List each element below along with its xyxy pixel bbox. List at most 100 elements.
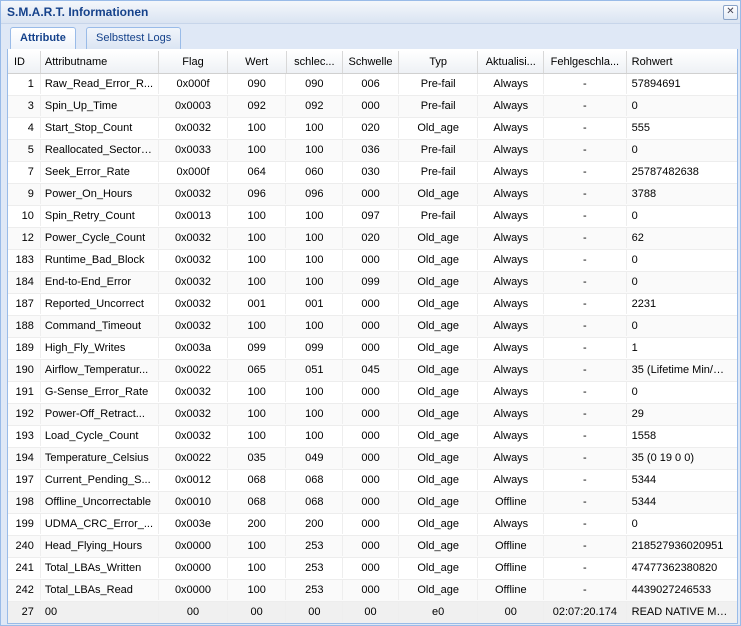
cell-schwelle: 020 [343,228,399,248]
cell-wert: 100 [228,250,287,270]
cell-fehlgeschlagen: - [544,426,627,446]
table-row[interactable]: 183 Runtime_Bad_Block 0x0032 100 100 000 Old_a… [8,250,737,272]
cell-attributname: Runtime_Bad_Block [41,250,160,270]
cell-schwelle: 036 [343,140,399,160]
cell-aktualisierung: Always [478,184,545,204]
table-row[interactable]: 7 Seek_Error_Rate 0x000f 064 060 030 Pre-fail A… [8,162,737,184]
table-row[interactable]: 192 Power-Off_Retract... 0x0032 100 100 000 Ol… [8,404,737,426]
table-row[interactable]: 190 Airflow_Temperatur... 0x0022 065 051 045 O… [8,360,737,382]
cell-aktualisierung: Always [478,382,545,402]
cell-schwelle: 000 [343,294,399,314]
column-header-wert[interactable]: Wert [228,51,287,73]
table-row[interactable]: 198 Offline_Uncorrectable 0x0010 068 068 000 O… [8,492,737,514]
close-icon[interactable]: ✕ [723,5,738,20]
cell-id: 197 [8,470,41,490]
cell-id: 193 [8,426,41,446]
table-row[interactable]: 197 Current_Pending_S... 0x0012 068 068 000 Ol… [8,470,737,492]
summary-row[interactable]: 27 00 00 00 00 00 e0 00 02:07:20.174 READ NATIVE … [8,602,737,623]
column-header-id[interactable]: ID [8,51,41,73]
cell-schwelle: 045 [343,360,399,380]
cell-aktualisierung: Offline [478,558,545,578]
tab-attribute[interactable]: Attribute [10,27,76,50]
cell-attributname: Offline_Uncorrectable [41,492,160,512]
cell-schwelle: 000 [343,492,399,512]
table-row[interactable]: 240 Head_Flying_Hours 0x0000 100 253 000 Old_a… [8,536,737,558]
table-row[interactable]: 199 UDMA_CRC_Error_... 0x003e 200 200 000 Old_… [8,514,737,536]
column-header-schlechtester[interactable]: schlec... [287,51,344,73]
cell-fehlgeschlagen: - [544,404,627,424]
cell-rohwert: 5344 [631,496,657,508]
table-row[interactable]: 3 Spin_Up_Time 0x0003 092 092 000 Pre-fail Alwa… [8,96,737,118]
cell-fehlgeschlagen: 02:07:20.174 [544,602,627,622]
cell-flag: 0x0032 [159,228,228,248]
cell-fehlgeschlagen: - [544,272,627,292]
cell-id: 192 [8,404,41,424]
cell-id: 5 [8,140,41,160]
table-row[interactable]: 241 Total_LBAs_Written 0x0000 100 253 000 Old_… [8,558,737,580]
cell-id: 27 [8,602,41,622]
cell-attributname: Total_LBAs_Written [41,558,160,578]
table-row[interactable]: 193 Load_Cycle_Count 0x0032 100 100 000 Old_ag… [8,426,737,448]
cell-wert: 00 [228,602,287,622]
cell-aktualisierung: Always [478,206,545,226]
cell-attributname: Temperature_Celsius [41,448,160,468]
table-row[interactable]: 189 High_Fly_Writes 0x003a 099 099 000 Old_age… [8,338,737,360]
table-row[interactable]: 242 Total_LBAs_Read 0x0000 100 253 000 Old_age… [8,580,737,602]
column-header-fehlgeschlagen[interactable]: Fehlgeschla... [544,51,627,73]
cell-wert: 100 [228,228,287,248]
cell-attributname: G-Sense_Error_Rate [41,382,160,402]
cell-flag: 0x003a [159,338,228,358]
cell-schwelle: 097 [343,206,399,226]
cell-flag: 0x003e [159,514,228,534]
table-row[interactable]: 191 G-Sense_Error_Rate 0x0032 100 100 000 Old_… [8,382,737,404]
cell-wert: 100 [228,382,287,402]
column-header-aktualisierung[interactable]: Aktualisi... [478,51,545,73]
cell-fehlgeschlagen: - [544,74,627,94]
cell-fehlgeschlagen: - [544,470,627,490]
cell-flag: 0x0000 [159,558,228,578]
table-row[interactable]: 4 Start_Stop_Count 0x0032 100 100 020 Old_age A… [8,118,737,140]
cell-wert: 064 [228,162,287,182]
cell-attributname: Spin_Retry_Count [41,206,160,226]
table-row[interactable]: 1 Raw_Read_Error_R... 0x000f 090 090 006 Pre-f… [8,74,737,96]
cell-attributname: Power_On_Hours [41,184,160,204]
column-header-schwelle[interactable]: Schwelle [343,51,399,73]
cell-id: 194 [8,448,41,468]
table-row[interactable]: 187 Reported_Uncorrect 0x0032 001 001 000 Old_… [8,294,737,316]
cell-rohwert: 2231 [631,298,657,310]
cell-flag: 0x0032 [159,272,228,292]
cell-rohwert: 555 [631,122,650,134]
cell-wert: 099 [228,338,287,358]
table-row[interactable]: 9 Power_On_Hours 0x0032 096 096 000 Old_age Alw… [8,184,737,206]
tab-selbsttest-logs[interactable]: Selbsttest Logs [86,27,182,49]
cell-schlechtester: 060 [286,162,344,182]
cell-aktualisierung: Always [478,360,545,380]
cell-aktualisierung: Always [478,118,545,138]
table-row[interactable]: 12 Power_Cycle_Count 0x0032 100 100 020 Old_ag… [8,228,737,250]
cell-wert: 100 [228,206,287,226]
table-row[interactable]: 10 Spin_Retry_Count 0x0013 100 100 097 Pre-fai… [8,206,737,228]
cell-id: 199 [8,514,41,534]
column-header-typ[interactable]: Typ [399,51,479,73]
cell-fehlgeschlagen: - [544,118,627,138]
table-row[interactable]: 188 Command_Timeout 0x0032 100 100 000 Old_age… [8,316,737,338]
cell-flag: 0x0012 [159,470,228,490]
column-header-flag[interactable]: Flag [159,51,228,73]
column-header-attributname[interactable]: Attributname [41,51,160,73]
cell-aktualisierung: Always [478,272,545,292]
table-row[interactable]: 5 Reallocated_Sector_Ct 0x0033 100 100 036 Pre… [8,140,737,162]
cell-fehlgeschlagen: - [544,338,627,358]
table-row[interactable]: 194 Temperature_Celsius 0x0022 035 049 000 Old… [8,448,737,470]
cell-attributname: Seek_Error_Rate [41,162,160,182]
column-header-rohwert[interactable]: Rohwert [627,51,737,73]
cell-id: 1 [8,74,41,94]
cell-attributname: Power_Cycle_Count [41,228,160,248]
cell-fehlgeschlagen: - [544,448,627,468]
cell-wert: 100 [228,404,287,424]
cell-schwelle: 00 [343,602,399,622]
cell-rohwert: 0 [631,144,638,156]
table-row[interactable]: 184 End-to-End_Error 0x0032 100 100 099 Old_ag… [8,272,737,294]
cell-aktualisierung: Always [478,140,545,160]
cell-flag: 0x0022 [159,448,228,468]
cell-flag: 0x0032 [159,184,228,204]
